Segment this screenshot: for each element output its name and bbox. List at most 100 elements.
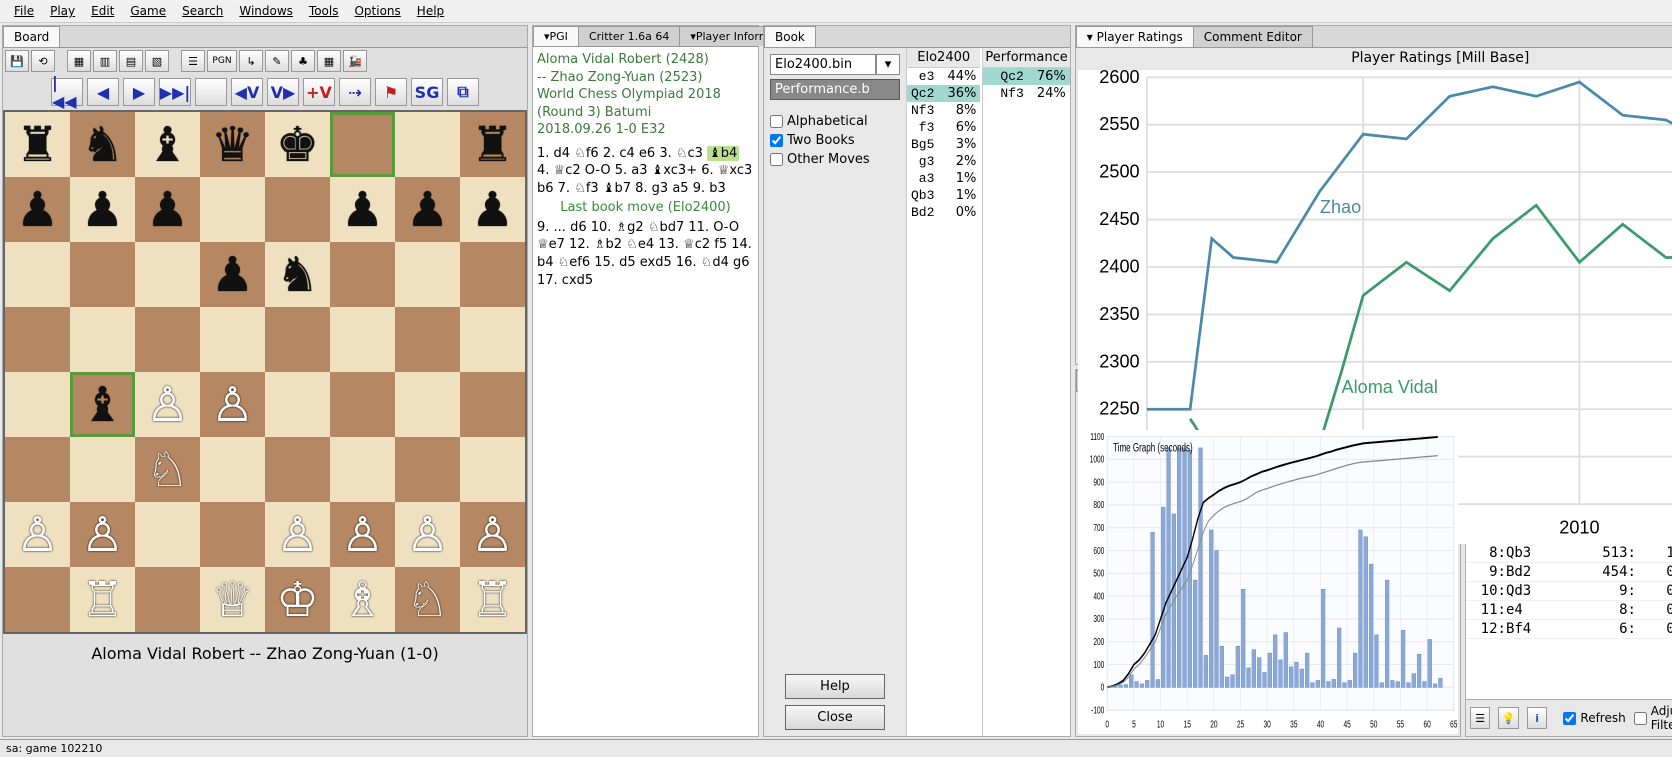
book-row[interactable]: Qc276% [983,68,1069,85]
square[interactable]: ♝ [70,372,135,437]
menu-options[interactable]: Options [346,2,408,20]
book-row[interactable]: g32% [907,153,980,170]
menu-game[interactable]: Game [122,2,174,20]
tree-row[interactable]: 12:Bf46:0.0%33. [1466,620,1672,639]
refresh-checkbox[interactable]: Refresh [1563,711,1625,725]
square[interactable] [330,242,395,307]
tree-row[interactable]: 8:Qb3513:1.0%52. [1466,544,1672,563]
pgi-tab[interactable]: ▾PGI [533,26,579,46]
square[interactable] [460,307,525,372]
menu-file[interactable]: File [6,2,42,20]
menu-windows[interactable]: Windows [231,2,301,20]
bulb-icon[interactable]: 💡 [1498,707,1518,729]
help-button[interactable]: Help [785,674,885,699]
square[interactable]: ♜ [5,112,70,177]
pencil-icon[interactable]: ✎ [265,50,289,72]
dropdown-icon[interactable]: ▾ [876,54,900,75]
square[interactable] [70,437,135,502]
square[interactable]: ♜ [460,112,525,177]
nav-button[interactable]: |◀◀ [51,78,83,106]
save-icon[interactable]: 💾 [5,50,29,72]
square[interactable] [460,372,525,437]
book-select-2[interactable]: Performance.b [770,79,900,100]
square[interactable] [5,242,70,307]
square[interactable]: ♟ [70,177,135,242]
square[interactable] [135,307,200,372]
square[interactable] [5,567,70,632]
nav-button[interactable]: SG [411,78,443,106]
square[interactable] [200,502,265,567]
square[interactable] [395,112,460,177]
tree-row[interactable]: 9:Bd2454:0.8%42. [1466,563,1672,582]
flip-icon[interactable]: ⟲ [31,50,55,72]
square[interactable] [265,307,330,372]
square[interactable] [265,177,330,242]
square[interactable] [70,307,135,372]
square[interactable]: ♟ [135,177,200,242]
square[interactable] [330,437,395,502]
square[interactable]: ♟ [330,177,395,242]
pgi-tab[interactable]: Critter 1.6a 64 [578,26,680,46]
square[interactable] [460,242,525,307]
menu-help[interactable]: Help [409,2,452,20]
book-row[interactable]: Qb31% [907,187,980,204]
square[interactable]: ♙ [395,502,460,567]
nav-button[interactable]: ◀V [231,78,263,106]
square[interactable]: ♙ [70,502,135,567]
square[interactable] [5,437,70,502]
grid-icon[interactable]: ▦ [317,50,341,72]
square[interactable] [265,437,330,502]
book-row[interactable]: Bg53% [907,136,980,153]
nav-button[interactable]: V▶ [267,78,299,106]
book-row[interactable]: a31% [907,170,980,187]
book-row[interactable]: e344% [907,68,980,85]
square[interactable]: ♔ [265,567,330,632]
square[interactable] [395,372,460,437]
menu-play[interactable]: Play [42,2,83,20]
square[interactable] [5,307,70,372]
square[interactable]: ♕ [200,567,265,632]
square[interactable]: ♖ [460,567,525,632]
tab-book[interactable]: Book [764,26,816,47]
square[interactable] [135,242,200,307]
nav-button[interactable]: ▶ [123,78,155,106]
other-moves-checkbox[interactable]: Other Moves [770,152,900,167]
nav-button[interactable]: +V [303,78,335,106]
nav-button[interactable]: ▶▶| [159,78,191,106]
ratings-tab[interactable]: ▾ Player Ratings [1076,26,1194,47]
alphabetical-checkbox[interactable]: Alphabetical [770,114,900,129]
square[interactable]: ♖ [70,567,135,632]
adjust-filter-checkbox[interactable]: Adjust Filter [1634,704,1672,732]
square[interactable]: ♙ [5,502,70,567]
square[interactable]: ♙ [330,502,395,567]
square[interactable] [200,177,265,242]
tab-board[interactable]: Board [3,26,60,47]
two-books-checkbox[interactable]: Two Books [770,133,900,148]
square[interactable]: ♟ [200,242,265,307]
square[interactable] [395,437,460,502]
square[interactable]: ♞ [265,242,330,307]
square[interactable] [70,242,135,307]
square[interactable]: ♙ [265,502,330,567]
square[interactable] [330,372,395,437]
book-row[interactable]: Nf324% [983,85,1069,102]
square[interactable] [265,372,330,437]
nav-button[interactable] [195,78,227,106]
square[interactable] [460,437,525,502]
pgn-button[interactable]: PGN [207,50,237,72]
square[interactable] [135,502,200,567]
nav-button[interactable]: ⧉ [447,78,479,106]
tb-icon[interactable]: ▥ [93,50,117,72]
nav-button[interactable]: ⚑ [375,78,407,106]
list-icon[interactable]: ☰ [181,50,205,72]
square[interactable] [330,112,395,177]
nav-button[interactable]: ◀ [87,78,119,106]
book-row[interactable]: Bd20% [907,204,980,221]
tree-row[interactable]: 11:e48:0.0%50. [1466,601,1672,620]
info-icon[interactable]: i [1527,707,1547,729]
chess-board[interactable]: ♜♞♝♛♚♜♟♟♟♟♟♟♟♞♝♙♙♘♙♙♙♙♙♙♖♕♔♗♘♖ [3,110,527,634]
square[interactable]: ♟ [460,177,525,242]
arrow-icon[interactable]: ↳ [239,50,263,72]
square[interactable]: ♟ [5,177,70,242]
ratings-tab[interactable]: Comment Editor [1193,26,1313,47]
